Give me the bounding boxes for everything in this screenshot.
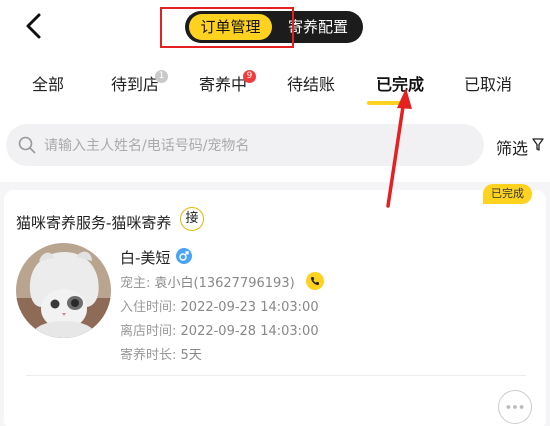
filter-button[interactable]: 筛选 — [496, 135, 528, 159]
duration-value: 5天 — [180, 348, 202, 363]
card-divider — [26, 375, 526, 376]
chevron-left-icon[interactable] — [22, 12, 46, 40]
tab-all[interactable]: 全部 — [32, 71, 64, 95]
active-tab-indicator — [367, 101, 403, 105]
filter-icon[interactable] — [532, 138, 544, 152]
search-input[interactable]: 请输入主人姓名/电话号码/宠物名 — [6, 124, 484, 166]
more-options-icon[interactable] — [498, 390, 532, 424]
owner-value: 袁小白(13627796193) — [154, 276, 295, 291]
phone-icon[interactable] — [306, 272, 324, 290]
checkout-value: 2022-09-28 14:03:00 — [180, 324, 319, 339]
owner-label: 宠主: — [120, 276, 151, 291]
checkout-label: 离店时间: — [120, 324, 177, 339]
accept-badge: 接 — [180, 207, 204, 231]
top-bar: 订单管理 寄养配置 — [0, 0, 550, 54]
duration-label: 寄养时长: — [120, 348, 177, 363]
status-tabs: 全部 待到店 1 寄养中 9 待结账 已完成 已取消 — [0, 54, 550, 108]
pet-name: 白-美短 — [120, 249, 171, 267]
service-title: 猫咪寄养服务-猫咪寄养 — [16, 214, 172, 232]
tab-completed[interactable]: 已完成 — [376, 71, 424, 95]
status-badge: 已完成 — [483, 184, 532, 204]
tab-awaiting-checkout[interactable]: 待结账 — [287, 71, 335, 95]
search-placeholder: 请输入主人姓名/电话号码/宠物名 — [44, 138, 250, 154]
pet-avatar — [16, 243, 111, 338]
duration-row: 寄养时长: 5天 — [120, 344, 202, 363]
checkin-value: 2022-09-23 14:03:00 — [180, 300, 319, 315]
annotation-highlight-box — [160, 7, 294, 48]
order-card[interactable]: 已完成 猫咪寄养服务-猫咪寄养 接 白-美短 宠主: 袁小白(136277961… — [4, 184, 546, 426]
tab-boarding[interactable]: 寄养中 — [199, 71, 247, 95]
checkin-label: 入住时间: — [120, 300, 177, 315]
tab-cancelled[interactable]: 已取消 — [464, 71, 512, 95]
tab-badge-boarding: 9 — [243, 70, 256, 83]
owner-row: 宠主: 袁小白(13627796193) — [120, 272, 295, 291]
tab-badge-awaiting-arrival: 1 — [155, 70, 168, 83]
male-icon — [176, 248, 192, 264]
tab-awaiting-arrival[interactable]: 待到店 — [111, 71, 159, 95]
search-icon — [18, 136, 36, 154]
checkout-row: 离店时间: 2022-09-28 14:03:00 — [120, 320, 319, 339]
search-row: 请输入主人姓名/电话号码/宠物名 筛选 — [0, 108, 550, 182]
checkin-row: 入住时间: 2022-09-23 14:03:00 — [120, 296, 319, 315]
